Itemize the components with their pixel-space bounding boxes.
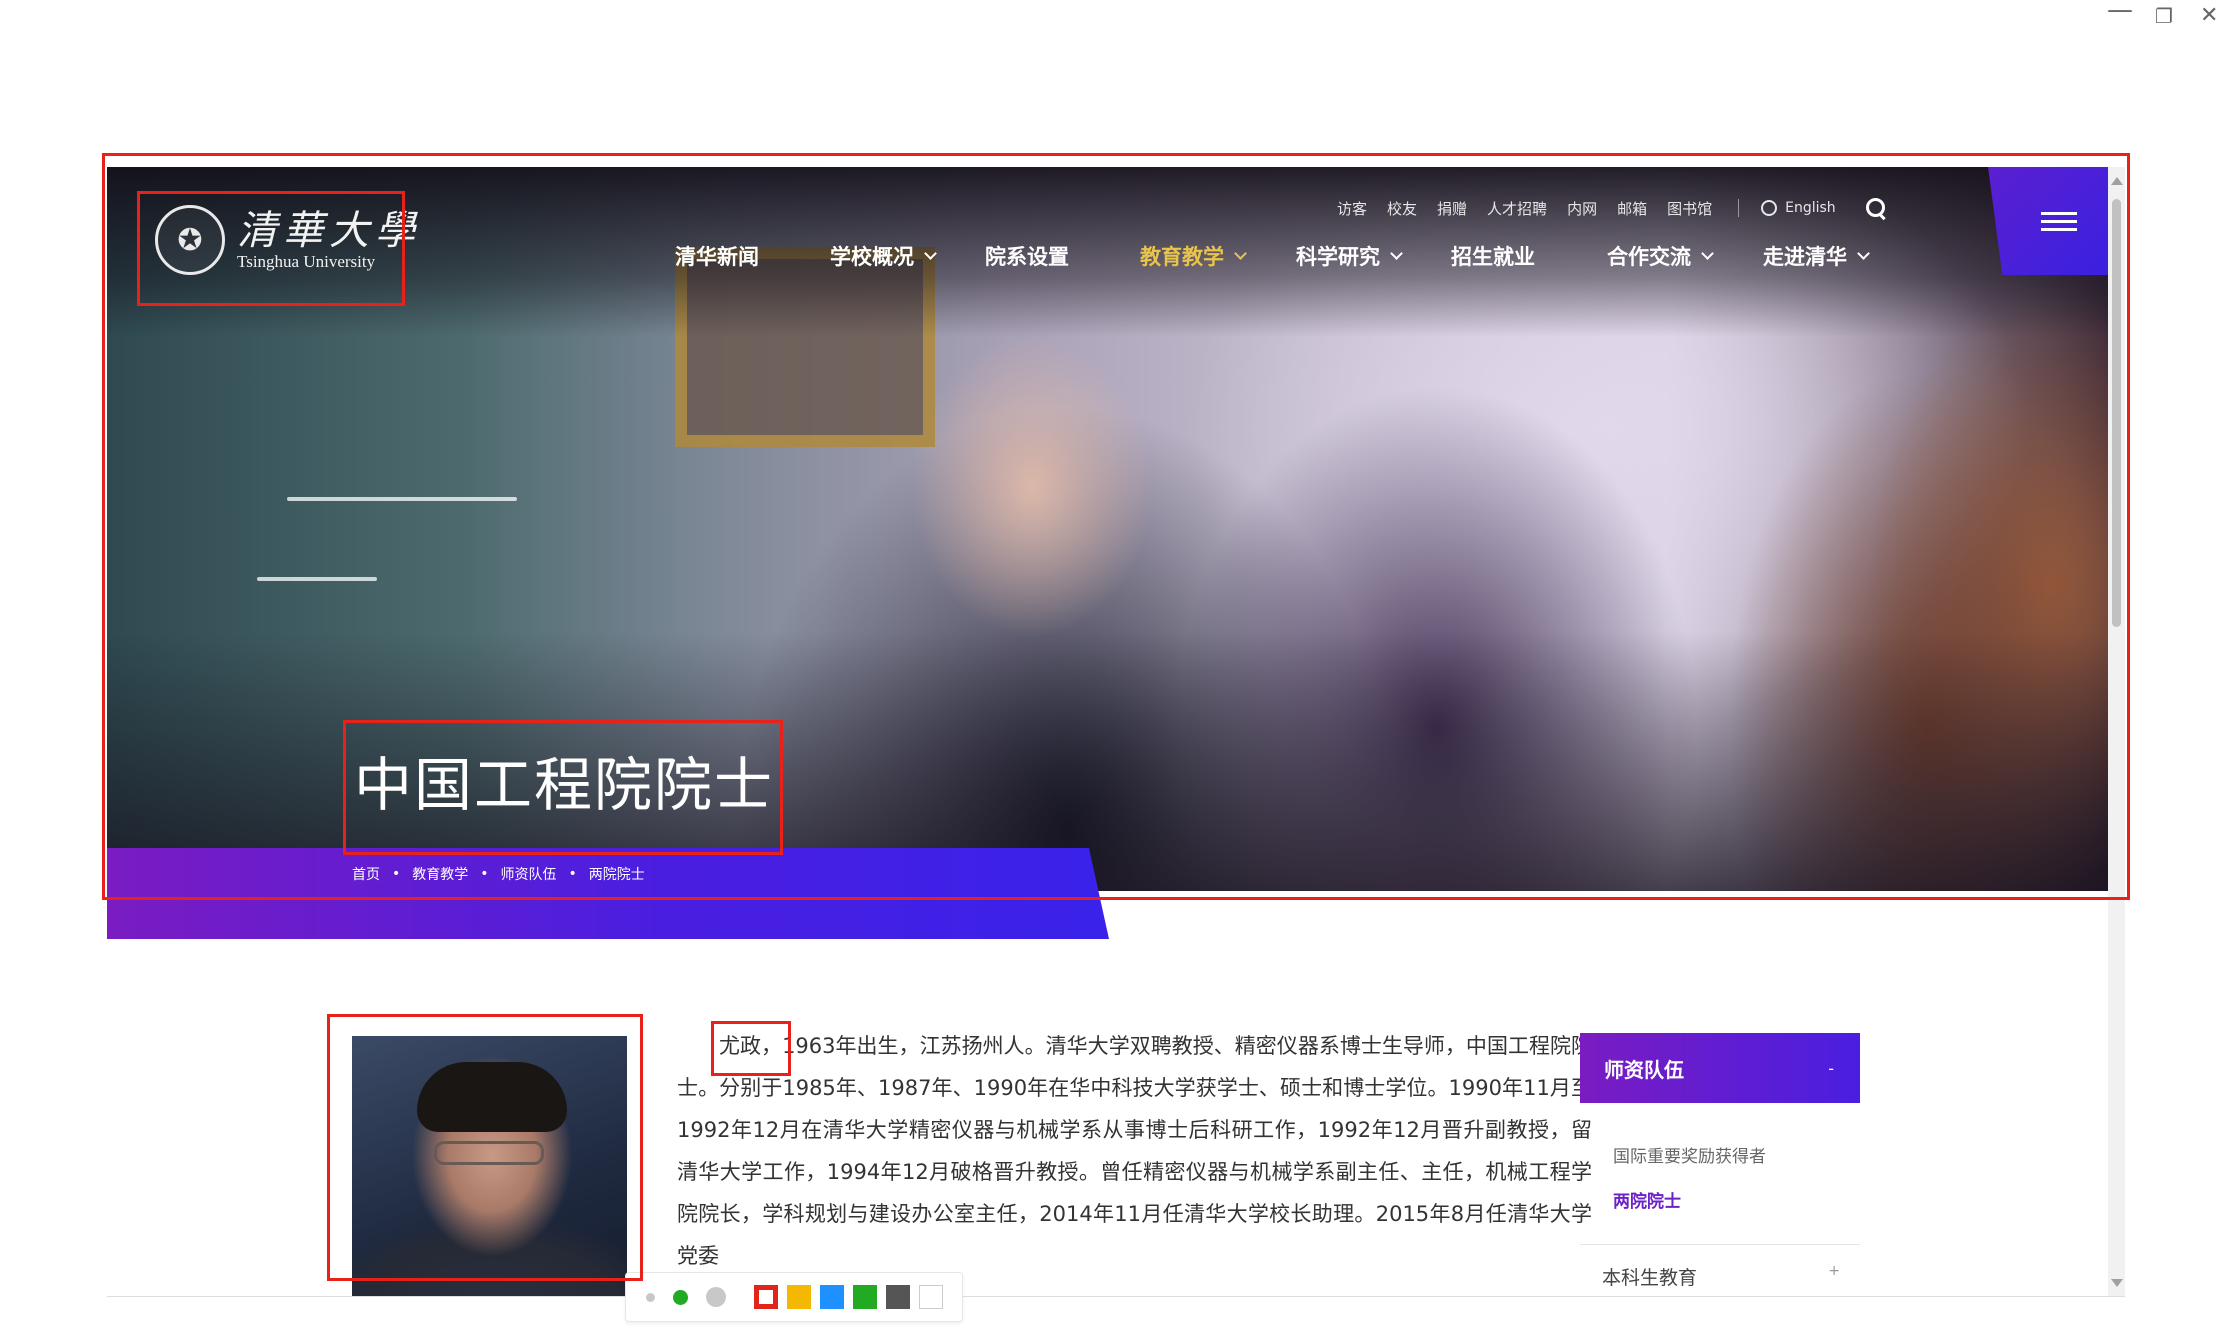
- nav-label: 清华新闻: [675, 245, 759, 269]
- utility-link-jobs[interactable]: 人才招聘: [1487, 198, 1547, 219]
- nav-label: 院系设置: [985, 245, 1069, 269]
- sidebar-section-faculty[interactable]: 师资队伍 -: [1580, 1033, 1860, 1103]
- logo-english-name: Tsinghua University: [237, 252, 376, 271]
- nav-label: 教育教学: [1140, 245, 1224, 269]
- scrollbar-thumb[interactable]: [2112, 199, 2121, 627]
- page-title: 中国工程院院士: [354, 751, 775, 819]
- sidebar-item-awards[interactable]: 国际重要奖励获得者: [1613, 1142, 1766, 1167]
- expand-icon[interactable]: +: [1828, 1263, 1840, 1290]
- breadcrumb-separator: •: [568, 866, 577, 882]
- utility-link-library[interactable]: 图书馆: [1667, 198, 1712, 219]
- nav-label: 科学研究: [1296, 245, 1380, 269]
- nav-label: 合作交流: [1607, 245, 1691, 269]
- chevron-down-icon: [1390, 247, 1403, 260]
- collapse-icon[interactable]: -: [1828, 1059, 1834, 1078]
- color-swatch-red[interactable]: [754, 1285, 778, 1309]
- menu-button[interactable]: [1988, 167, 2108, 275]
- color-swatch-blue[interactable]: [820, 1285, 844, 1309]
- scroll-down-arrow-icon[interactable]: [2111, 1279, 2123, 1287]
- sidebar-section-title: 本科生教育: [1602, 1267, 1698, 1289]
- breadcrumb-home[interactable]: 首页: [352, 864, 380, 884]
- university-seal-icon: ✪: [155, 205, 225, 275]
- color-swatch-green[interactable]: [853, 1285, 877, 1309]
- breadcrumb-separator: •: [392, 866, 401, 882]
- chevron-down-icon: [924, 247, 937, 260]
- nav-item-departments[interactable]: 院系设置: [985, 241, 1140, 271]
- color-swatch-white[interactable]: [919, 1285, 943, 1309]
- sidebar-section-title: 师资队伍: [1604, 1057, 1684, 1082]
- scroll-up-arrow-icon[interactable]: [2111, 177, 2123, 185]
- breadcrumb: 首页 • 教育教学 • 师资队伍 • 两院院士: [352, 864, 645, 884]
- utility-nav: 访客 校友 捐赠 人才招聘 内网 邮箱 图书馆 English: [1337, 197, 1886, 219]
- nav-item-admissions[interactable]: 招生就业: [1451, 241, 1607, 271]
- person-name: 尤政，: [719, 1034, 783, 1058]
- chalk-stroke: [257, 577, 377, 581]
- photo-hair: [417, 1062, 567, 1132]
- logo-chinese-name: 清華大學: [237, 208, 421, 254]
- nav-item-news[interactable]: 清华新闻: [675, 241, 830, 271]
- biography-body: 1963年出生，江苏扬州人。清华大学双聘教授、精密仪器系博士生导师，中国工程院院…: [677, 1034, 1592, 1268]
- nav-item-education[interactable]: 教育教学: [1140, 241, 1296, 271]
- sidebar-divider: [1580, 1244, 1860, 1245]
- main-nav: 清华新闻 学校概况 院系设置 教育教学 科学研究 招生就业 合作交流 走进清华: [675, 239, 1870, 273]
- chevron-down-icon: [1857, 247, 1870, 260]
- hero-banner: ✪ 清華大學 Tsinghua University 访客 校友 捐赠 人才招聘…: [107, 167, 2108, 891]
- nav-label: 走进清华: [1763, 245, 1847, 269]
- breadcrumb-education[interactable]: 教育教学: [412, 864, 468, 884]
- chalk-stroke: [287, 497, 517, 501]
- pen-size-large[interactable]: [706, 1287, 726, 1307]
- nav-item-research[interactable]: 科学研究: [1296, 241, 1451, 271]
- breadcrumb-academicians[interactable]: 两院院士: [589, 864, 645, 884]
- annotation-color-toolbar: [625, 1272, 963, 1322]
- utility-divider: [1738, 199, 1740, 217]
- pen-size-medium[interactable]: [673, 1289, 688, 1305]
- nav-item-about[interactable]: 学校概况: [830, 241, 940, 271]
- nav-label: 学校概况: [830, 245, 914, 269]
- web-page: ✪ 清華大學 Tsinghua University 访客 校友 捐赠 人才招聘…: [107, 167, 2125, 1297]
- profile-photo: [352, 1036, 627, 1296]
- photo-glasses: [434, 1141, 544, 1165]
- globe-icon: [1761, 200, 1778, 216]
- tsinghua-logo[interactable]: ✪ 清華大學 Tsinghua University: [155, 205, 421, 275]
- hamburger-icon: [2041, 207, 2077, 236]
- color-swatch-gray[interactable]: [886, 1285, 910, 1309]
- language-switch[interactable]: English: [1785, 200, 1836, 216]
- nav-item-discover[interactable]: 走进清华: [1763, 241, 1870, 271]
- color-swatch-yellow[interactable]: [787, 1285, 811, 1309]
- sidebar-item-academicians[interactable]: 两院院士: [1613, 1187, 1681, 1212]
- utility-link-intranet[interactable]: 内网: [1567, 198, 1597, 219]
- window-minimize-button[interactable]: —: [2107, 0, 2133, 23]
- window-maximize-button[interactable]: ❐: [2155, 6, 2173, 26]
- search-icon[interactable]: [1865, 198, 1886, 218]
- utility-link-mail[interactable]: 邮箱: [1617, 198, 1647, 219]
- breadcrumb-faculty[interactable]: 师资队伍: [501, 864, 557, 884]
- utility-link-donate[interactable]: 捐赠: [1437, 198, 1467, 219]
- utility-link-alumni[interactable]: 校友: [1387, 198, 1417, 219]
- breadcrumb-band: [107, 848, 1109, 939]
- nav-item-cooperation[interactable]: 合作交流: [1607, 241, 1763, 271]
- sidebar-section-undergraduate[interactable]: 本科生教育 +: [1580, 1263, 1860, 1290]
- biography-text: 尤政，1963年出生，江苏扬州人。清华大学双聘教授、精密仪器系博士生导师，中国工…: [677, 1025, 1592, 1277]
- chevron-down-icon: [1701, 247, 1714, 260]
- breadcrumb-separator: •: [480, 866, 489, 882]
- pen-size-small[interactable]: [646, 1292, 655, 1302]
- page-scrollbar[interactable]: [2108, 167, 2125, 1296]
- chevron-down-icon: [1234, 247, 1247, 260]
- window-close-button[interactable]: ✕: [2200, 5, 2218, 27]
- nav-label: 招生就业: [1451, 245, 1535, 269]
- utility-link-visitor[interactable]: 访客: [1337, 198, 1367, 219]
